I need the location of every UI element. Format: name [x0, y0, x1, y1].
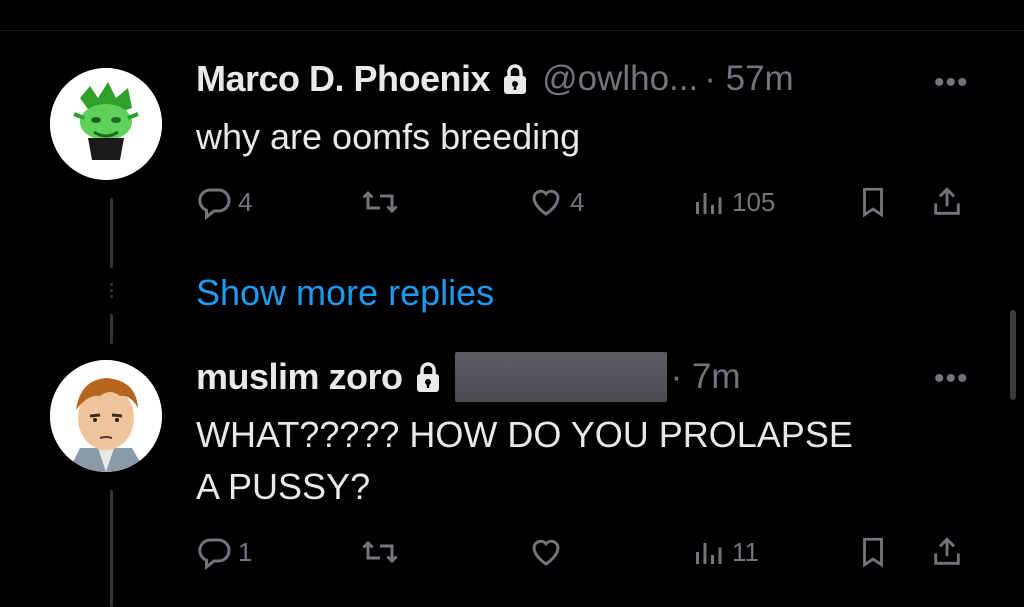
tweet2-header: muslim zoro · 7m [196, 352, 741, 402]
thread-line-middle [110, 314, 113, 344]
tweet1-actions: 4 4 105 [196, 184, 976, 224]
tweet1-author-name[interactable]: Marco D. Phoenix [196, 58, 491, 100]
share-icon [934, 537, 960, 565]
tweet1-header: Marco D. Phoenix @owlho... · 57m [196, 58, 794, 100]
views-button[interactable]: 11 [690, 534, 759, 570]
thread-line-upper [110, 198, 113, 268]
redacted-handle [454, 352, 667, 402]
bookmark-icon [863, 537, 883, 568]
tweet1-text: why are oomfs breeding [196, 116, 581, 157]
more-icon[interactable]: ••• [934, 362, 969, 396]
views-button[interactable]: 105 [690, 184, 775, 220]
bookmark-button[interactable] [856, 534, 890, 570]
tweet2-author-name[interactable]: muslim zoro [196, 356, 403, 398]
tweet1-time[interactable]: · 57m [704, 59, 793, 99]
bookmark-button[interactable] [856, 184, 890, 220]
retweet-button[interactable] [360, 534, 400, 570]
share-icon [934, 187, 960, 215]
view-count: 105 [732, 186, 776, 217]
tweet2-time[interactable]: · 7m [671, 357, 741, 397]
tweet1-handle[interactable]: @owlho... [542, 59, 698, 99]
retweet-icon [362, 540, 398, 564]
lock-icon [504, 64, 527, 94]
scrollbar[interactable] [1010, 310, 1016, 400]
share-button[interactable] [930, 534, 964, 570]
top-divider [0, 30, 1024, 31]
reply-count: 4 [238, 186, 253, 217]
more-icon[interactable]: ••• [934, 66, 969, 100]
views-icon [696, 193, 722, 214]
thread-gap-dots [106, 280, 116, 310]
like-count: 4 [570, 186, 585, 217]
thread-line-lower [110, 490, 113, 607]
avatar-marco[interactable] [50, 68, 162, 180]
views-icon [696, 543, 722, 564]
avatar-muslim-zoro[interactable] [50, 360, 162, 472]
lock-icon [416, 362, 439, 392]
tweet2-text-line1: WHAT????? HOW DO YOU PROLAPSE [196, 414, 853, 455]
retweet-icon [362, 190, 398, 214]
reply-button[interactable]: 4 [196, 184, 252, 220]
retweet-button[interactable] [360, 184, 400, 220]
like-icon [532, 189, 560, 216]
share-button[interactable] [930, 184, 964, 220]
tweet2-actions: 1 11 [196, 534, 976, 574]
reply-icon [198, 538, 231, 570]
reply-count: 1 [238, 536, 253, 567]
reply-icon [198, 188, 231, 220]
like-button[interactable]: 4 [528, 184, 584, 220]
like-button[interactable] [528, 534, 564, 570]
like-icon [532, 539, 560, 566]
view-count: 11 [732, 536, 759, 567]
bookmark-icon [863, 187, 883, 218]
reply-button[interactable]: 1 [196, 534, 252, 570]
tweet2-text-line2: A PUSSY? [196, 466, 371, 507]
show-more-replies-link[interactable]: Show more replies [196, 272, 494, 314]
